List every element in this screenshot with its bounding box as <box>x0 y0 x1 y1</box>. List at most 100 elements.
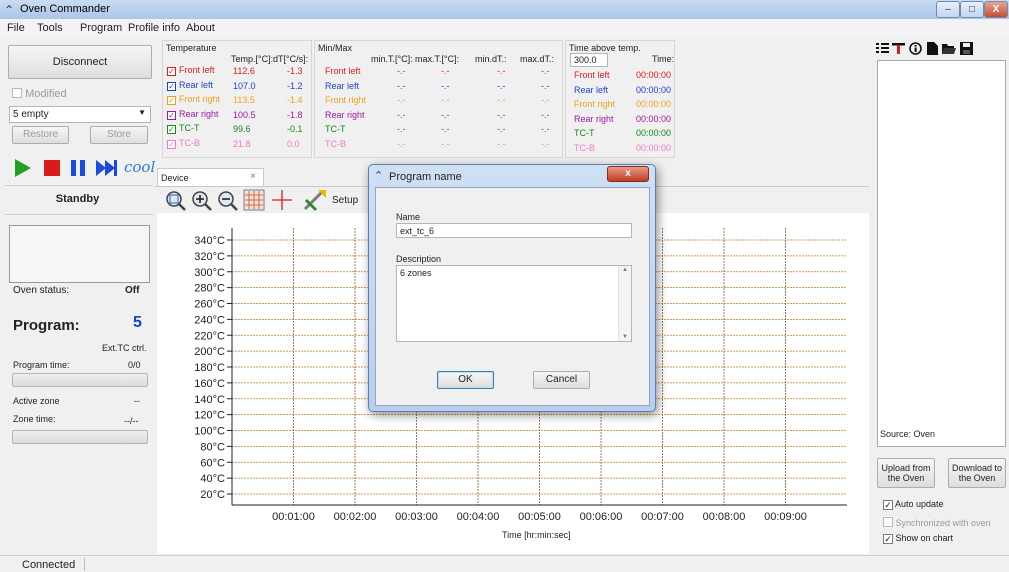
menu-tools[interactable]: Tools <box>37 22 63 34</box>
name-input-value: ext_tc_6 <box>400 226 435 236</box>
menu-profile-info[interactable]: Profile info <box>128 22 180 34</box>
pause-icon[interactable] <box>69 158 89 178</box>
list-icon[interactable] <box>876 42 889 55</box>
series-checkbox[interactable]: ✓ <box>167 67 176 76</box>
x-tick-label: 00:07:00 <box>641 511 684 523</box>
cancel-button[interactable]: Cancel <box>533 371 590 389</box>
close-button[interactable]: X <box>984 1 1008 18</box>
menu-file[interactable]: File <box>7 22 25 34</box>
x-tick-label: 00:06:00 <box>580 511 623 523</box>
dialog-title: Program name <box>389 171 462 183</box>
series-checkbox[interactable]: ✓ <box>167 96 176 105</box>
minmax-value: -.- <box>397 109 406 120</box>
minmax-title: Min/Max <box>318 43 353 53</box>
series-checkbox[interactable]: ✓ <box>167 139 176 149</box>
x-axis-label: Time [hr:min:sec] <box>502 530 571 540</box>
profile-list[interactable] <box>877 60 1006 447</box>
download-to-oven-button[interactable]: Download to the Oven <box>948 458 1006 488</box>
x-tick-label: 00:04:00 <box>457 511 500 523</box>
menu-program[interactable]: Program <box>80 22 122 34</box>
stop-icon[interactable] <box>42 158 62 178</box>
y-tick-label: 200°C <box>194 346 225 358</box>
minmax-value: -.- <box>497 80 506 91</box>
crosshair-icon[interactable] <box>271 189 293 211</box>
time-above-row: Front right 00:00:00 <box>570 98 674 111</box>
upload-label: Upload from the Oven <box>881 463 931 483</box>
profile-select[interactable]: 5 empty ▼ <box>9 106 151 123</box>
y-tick-label: 40°C <box>200 473 225 485</box>
time-above-group: Time above temp. 300.0 Time: Front left 0… <box>565 40 675 158</box>
skip-forward-icon[interactable] <box>95 158 119 178</box>
title-bar: ⌃ Oven Commander – □ X <box>0 0 1009 19</box>
maximize-button[interactable]: □ <box>960 1 984 18</box>
series-checkbox[interactable]: ✓ <box>167 125 176 134</box>
temperature-row: ✓ Front right 113.5 -1.4 <box>167 94 311 107</box>
ok-button[interactable]: OK <box>437 371 494 389</box>
zoom-in-icon[interactable] <box>191 190 213 212</box>
open-folder-icon[interactable] <box>942 42 956 55</box>
synchronized-checkbox[interactable] <box>883 517 893 527</box>
name-input[interactable]: ext_tc_6 <box>396 223 632 238</box>
minmax-sensor-name: TC-T <box>325 124 346 134</box>
minimize-button[interactable]: – <box>936 1 960 18</box>
menu-about[interactable]: About <box>186 22 215 34</box>
restore-button[interactable]: Restore <box>12 126 69 144</box>
dialog-close-button[interactable]: x <box>607 166 649 182</box>
store-button[interactable]: Store <box>90 126 148 144</box>
marker-icon[interactable] <box>892 42 905 55</box>
tab-close-icon[interactable]: × <box>250 171 256 182</box>
play-icon[interactable] <box>13 157 33 179</box>
grid-toggle-icon[interactable] <box>243 189 265 211</box>
minmax-value: -.- <box>497 109 506 120</box>
minmax-row: TC-B -.- -.- -.- -.- <box>319 138 559 151</box>
sensor-temp: 112.6 <box>233 66 255 76</box>
setup-icon[interactable] <box>302 188 328 212</box>
modified-label: Modified <box>25 88 67 100</box>
separator <box>5 185 153 186</box>
temperature-title: Temperature <box>166 43 217 53</box>
upload-from-oven-button[interactable]: Upload from the Oven <box>877 458 935 488</box>
auto-update-checkbox[interactable]: ✓ <box>883 500 893 510</box>
scroll-down-icon[interactable]: ▼ <box>622 334 628 340</box>
sensor-dt: -1.4 <box>287 95 303 105</box>
menu-bar: File Tools Program Profile info About <box>0 19 1009 37</box>
y-tick-label: 120°C <box>194 410 225 422</box>
disconnect-button[interactable]: Disconnect <box>8 45 152 79</box>
zone-progress-bar <box>12 430 148 444</box>
save-icon[interactable] <box>960 42 973 55</box>
time-above-sensor-name: Front left <box>574 70 610 80</box>
setup-label[interactable]: Setup <box>332 195 358 206</box>
series-checkbox[interactable]: ✓ <box>167 81 176 91</box>
minmax-row: TC-T -.- -.- -.- -.- <box>319 123 559 136</box>
textarea-scrollbar[interactable]: ▲ ▼ <box>618 266 631 341</box>
description-textarea[interactable]: 6 zones ▲ ▼ <box>396 265 632 342</box>
zoom-fit-icon[interactable] <box>165 190 187 212</box>
series-checkbox[interactable]: ✓ <box>167 110 176 120</box>
source-label: Source: Oven <box>880 429 936 439</box>
threshold-input[interactable]: 300.0 <box>570 53 608 67</box>
zoom-out-icon[interactable] <box>217 190 239 212</box>
status-bar: Connected <box>0 555 1009 572</box>
new-file-icon[interactable] <box>926 42 939 55</box>
modified-checkbox[interactable] <box>12 88 22 98</box>
zone-time-label: Zone time: <box>13 414 56 424</box>
sensor-name: Front right <box>179 94 221 104</box>
minmax-sensor-name: Rear left <box>325 80 360 91</box>
time-above-value: 00:00:00 <box>636 113 672 124</box>
minmax-value: -.- <box>397 124 406 134</box>
tab-device[interactable]: Device × <box>157 168 264 186</box>
show-on-chart-checkbox[interactable]: ✓ <box>883 534 893 544</box>
time-above-sensor-name: Front right <box>574 99 616 109</box>
temperature-row: ✓ Front left 112.6 -1.3 <box>167 65 311 78</box>
minmax-row: Front left -.- -.- -.- -.- <box>319 65 559 78</box>
cool-icon[interactable]: cool <box>124 158 155 176</box>
profile-select-value: 5 empty <box>13 109 49 120</box>
y-tick-label: 320°C <box>194 251 225 263</box>
info-icon[interactable] <box>909 42 922 55</box>
minmax-value: -.- <box>441 138 450 149</box>
oven-status-label: Oven status: <box>13 285 70 296</box>
time-above-row: Front left 00:00:00 <box>570 69 674 82</box>
scroll-up-icon[interactable]: ▲ <box>622 267 628 273</box>
col-min-t: min.T.[°C]: <box>371 54 413 64</box>
app-icon: ⌃ <box>4 3 15 17</box>
